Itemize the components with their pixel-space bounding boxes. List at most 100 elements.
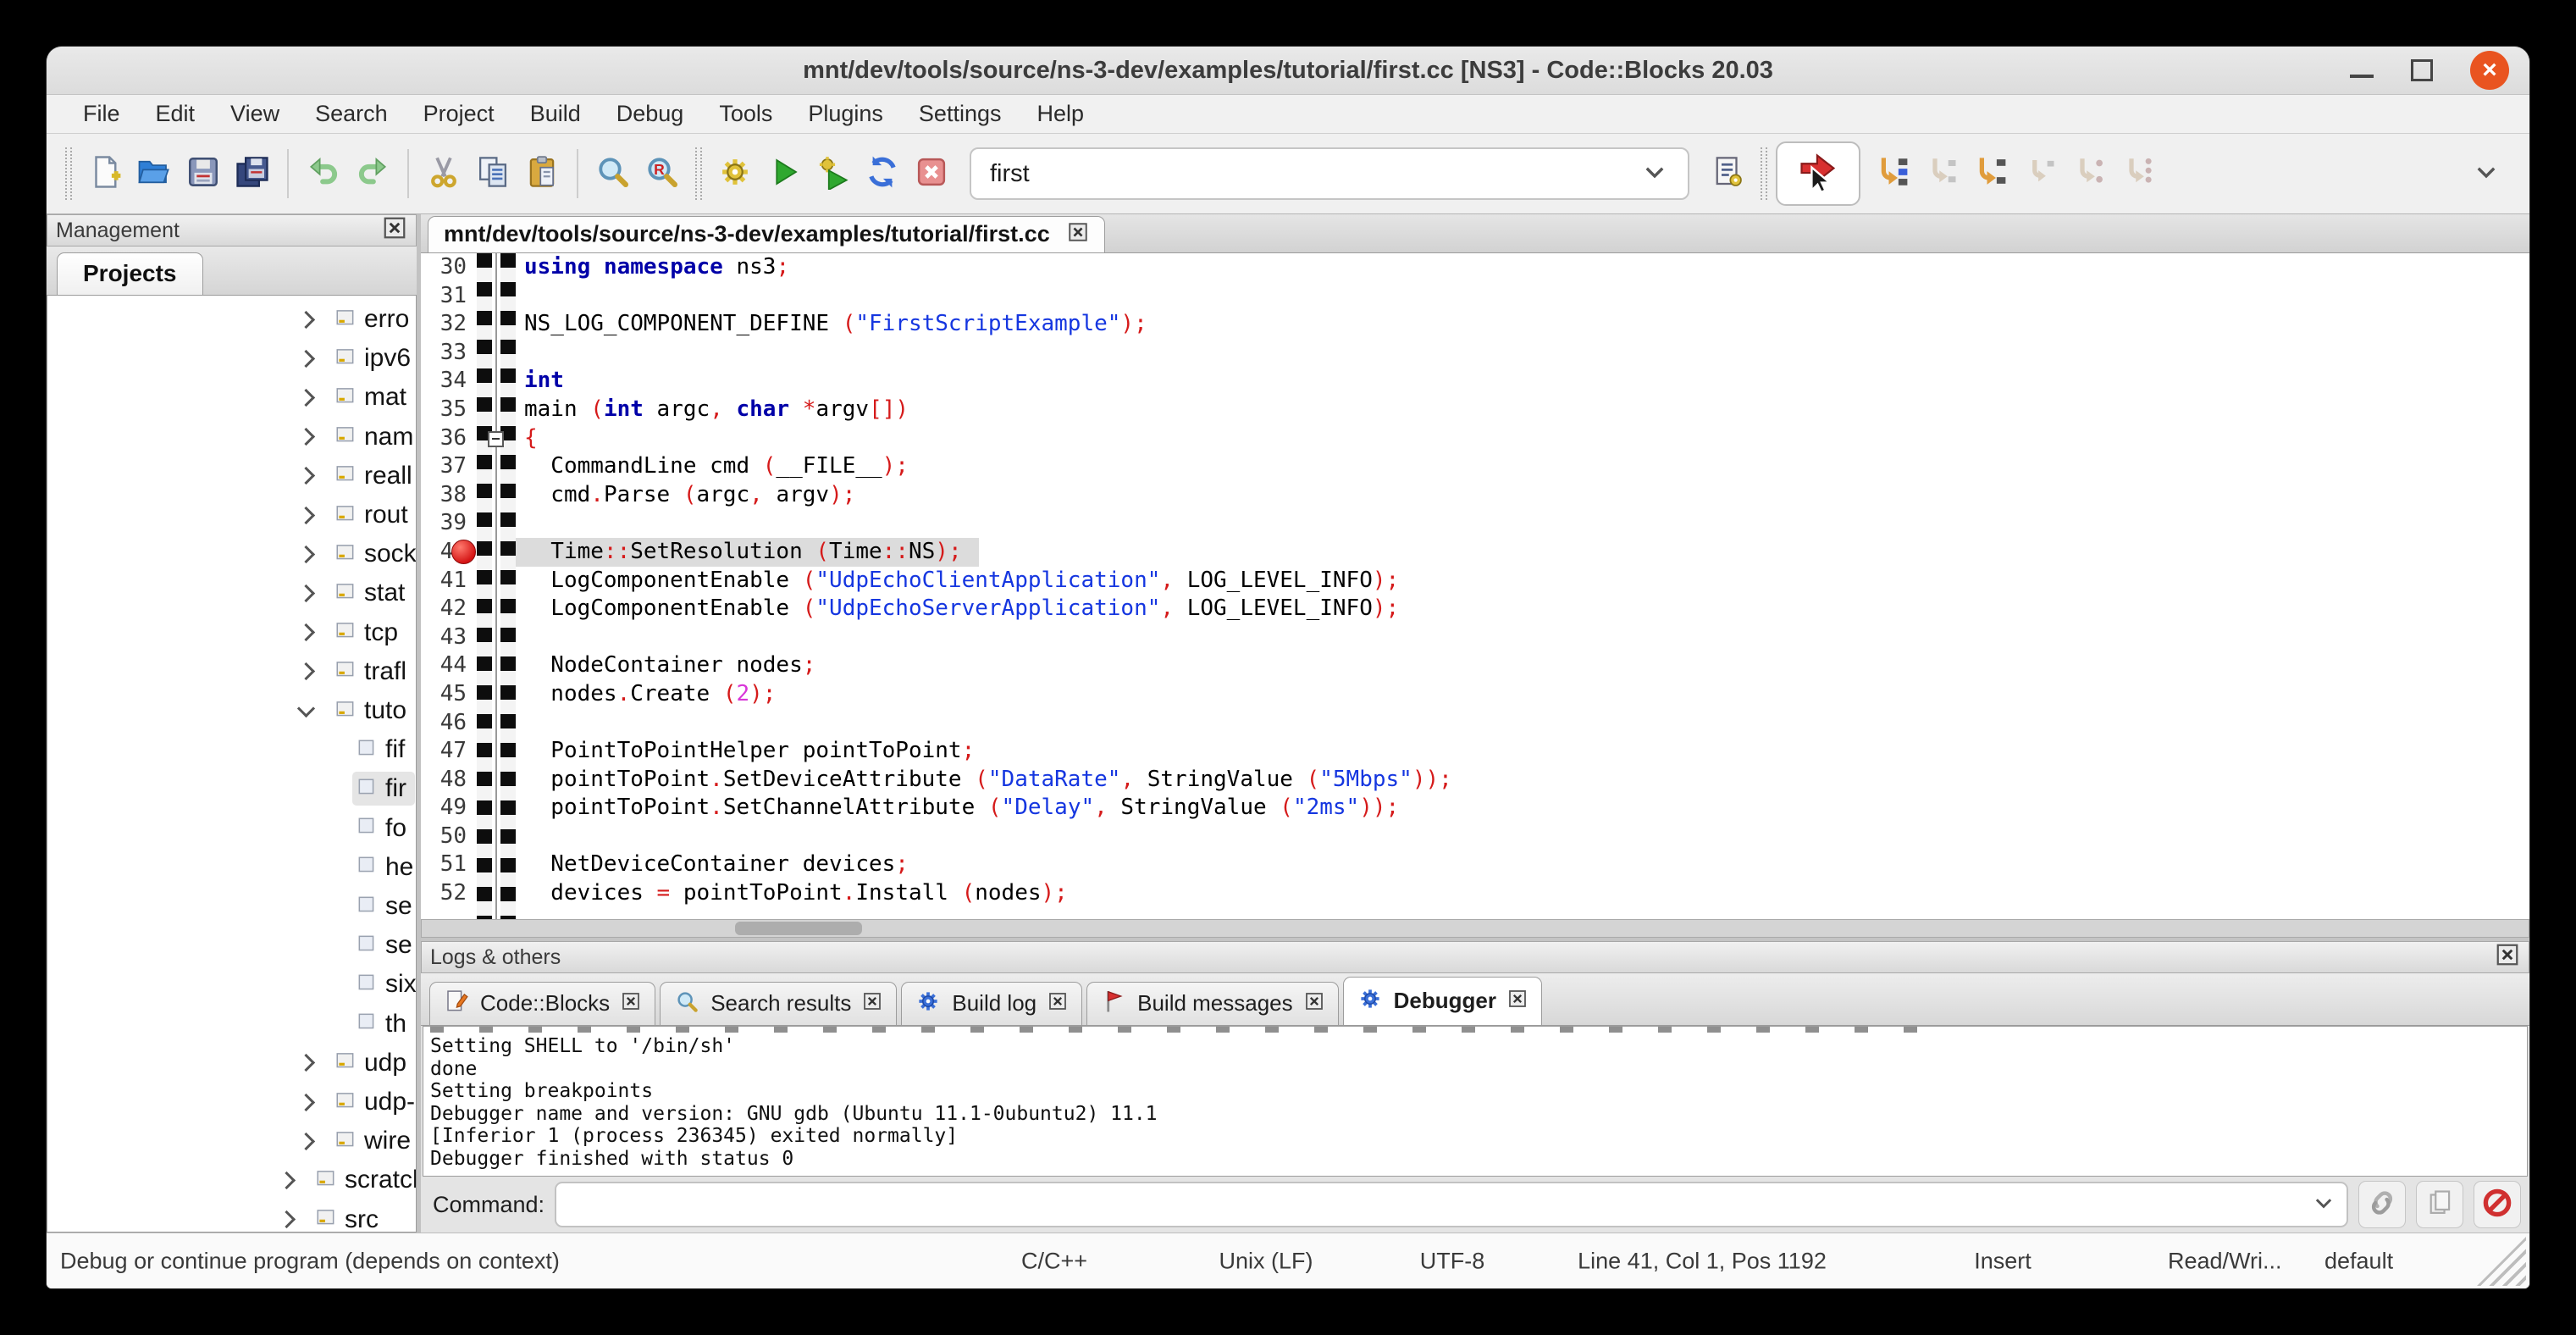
log-tab-debugger[interactable]: Debugger	[1343, 977, 1542, 1025]
log-tab-close-icon[interactable]	[862, 991, 882, 1016]
code-line-32[interactable]: 32NS_LOG_COMPONENT_DEFINE ("FirstScriptE…	[421, 310, 2529, 339]
tree-item-fir[interactable]: fir	[352, 769, 416, 808]
chevron-collapsed-icon[interactable]	[297, 1133, 315, 1150]
tree-item-stat[interactable]: stat	[297, 573, 416, 612]
chevron-collapsed-icon[interactable]	[297, 662, 315, 680]
tree-item-udp-[interactable]: udp-	[297, 1083, 416, 1122]
tree-item-mat[interactable]: mat	[297, 378, 416, 417]
copy-output-button[interactable]	[2416, 1181, 2463, 1228]
tree-item-src[interactable]: src	[278, 1200, 416, 1233]
code-line-36[interactable]: 36{	[421, 424, 2529, 453]
menu-settings[interactable]: Settings	[901, 101, 1020, 127]
find-button[interactable]	[589, 149, 638, 198]
save-button[interactable]	[179, 149, 228, 198]
log-tab-close-icon[interactable]	[621, 991, 641, 1016]
log-tab-build-log[interactable]: Build log	[901, 982, 1082, 1025]
debug-next-instruction-button[interactable]	[1965, 149, 2015, 198]
chevron-collapsed-icon[interactable]	[297, 1093, 315, 1111]
tree-item-ipv6[interactable]: ipv6	[297, 339, 416, 378]
tree-item-trafl[interactable]: trafl	[297, 652, 416, 691]
debug-step-into-instruction-button[interactable]	[2015, 149, 2064, 198]
tree-item-se[interactable]: se	[352, 926, 416, 965]
code-line-47[interactable]: 47 PointToPointHelper pointToPoint;	[421, 737, 2529, 766]
tree-item-fo[interactable]: fo	[352, 809, 416, 848]
chevron-collapsed-icon[interactable]	[297, 389, 315, 407]
undo-button[interactable]	[299, 149, 348, 198]
code-line-40[interactable]: 40 Time::SetResolution (Time::NS);	[421, 538, 2529, 567]
tab-projects[interactable]: Projects	[57, 252, 203, 295]
tree-item-wire[interactable]: wire	[297, 1122, 416, 1161]
editor-tab-first-cc[interactable]: mnt/dev/tools/source/ns-3-dev/examples/t…	[428, 216, 1105, 252]
chevron-collapsed-icon[interactable]	[278, 1210, 296, 1228]
code-line-50[interactable]: 50	[421, 823, 2529, 851]
new-file-button[interactable]	[80, 149, 130, 198]
menu-view[interactable]: View	[213, 101, 297, 127]
rebuild-button[interactable]	[858, 149, 907, 198]
menu-debug[interactable]: Debug	[599, 101, 702, 127]
resize-grip[interactable]	[2477, 1237, 2526, 1286]
chevron-collapsed-icon[interactable]	[297, 350, 315, 368]
tree-item-erro[interactable]: erro	[297, 300, 416, 339]
tree-item-reall[interactable]: reall	[297, 457, 416, 496]
tree-item-fif[interactable]: fif	[352, 730, 416, 769]
chevron-collapsed-icon[interactable]	[297, 623, 315, 641]
open-file-button[interactable]	[130, 149, 179, 198]
build-button[interactable]	[710, 149, 760, 198]
build-and-run-button[interactable]	[809, 149, 858, 198]
chevron-collapsed-icon[interactable]	[297, 467, 315, 485]
code-line-49[interactable]: 49 pointToPoint.SetChannelAttribute ("De…	[421, 794, 2529, 823]
code-line-37[interactable]: 37 CommandLine cmd (__FILE__);	[421, 452, 2529, 481]
breakpoint-marker[interactable]	[451, 540, 476, 564]
code-line-45[interactable]: 45 nodes.Create (2);	[421, 680, 2529, 709]
chevron-collapsed-icon[interactable]	[297, 1054, 315, 1072]
log-tab-close-icon[interactable]	[1048, 991, 1068, 1016]
debug-step-into-button[interactable]	[1916, 149, 1965, 198]
tree-item-scratch[interactable]: scratch	[278, 1161, 416, 1199]
tree-item-tuto[interactable]: tuto	[297, 691, 416, 730]
maximize-button[interactable]	[2411, 59, 2433, 81]
code-line-39[interactable]: 39	[421, 509, 2529, 538]
code-line-46[interactable]: 46	[421, 709, 2529, 738]
abort-button[interactable]	[907, 149, 956, 198]
toolbar-grip[interactable]	[1761, 147, 1767, 200]
chevron-down-icon[interactable]	[2311, 1190, 2347, 1220]
tree-item-tcp[interactable]: tcp	[297, 613, 416, 652]
toolbar-grip[interactable]	[65, 147, 72, 200]
tree-item-rout[interactable]: rout	[297, 496, 416, 535]
editor-horizontal-scrollbar[interactable]	[421, 919, 2529, 938]
toolbar-grip[interactable]	[695, 147, 702, 200]
code-line-41[interactable]: 41 LogComponentEnable ("UdpEchoClientApp…	[421, 567, 2529, 595]
log-tab-build-messages[interactable]: Build messages	[1086, 982, 1339, 1025]
menu-project[interactable]: Project	[406, 101, 512, 127]
code-line-44[interactable]: 44 NodeContainer nodes;	[421, 651, 2529, 680]
chevron-collapsed-icon[interactable]	[297, 506, 315, 523]
build-target-options-button[interactable]	[1703, 149, 1752, 198]
tree-item-six[interactable]: six	[352, 965, 416, 1004]
debug-step-out-button[interactable]	[2064, 149, 2113, 198]
scrollbar-thumb[interactable]	[735, 922, 862, 935]
menu-plugins[interactable]: Plugins	[790, 101, 901, 127]
save-all-button[interactable]	[228, 149, 277, 198]
debug-break-button[interactable]	[2113, 149, 2162, 198]
menu-build[interactable]: Build	[512, 101, 599, 127]
code-line-35[interactable]: 35main (int argc, char *argv[])	[421, 396, 2529, 424]
redo-button[interactable]	[348, 149, 397, 198]
code-line-52[interactable]: 52 devices = pointToPoint.Install (nodes…	[421, 879, 2529, 908]
chevron-collapsed-icon[interactable]	[278, 1172, 296, 1189]
code-line-34[interactable]: 34int	[421, 367, 2529, 396]
tree-item-udp[interactable]: udp	[297, 1044, 416, 1083]
build-target-combobox[interactable]: first	[970, 147, 1689, 200]
cut-button[interactable]	[419, 149, 468, 198]
editor-tab-close-icon[interactable]	[1067, 221, 1089, 247]
menu-file[interactable]: File	[65, 101, 138, 127]
paste-button[interactable]	[517, 149, 567, 198]
command-input[interactable]	[555, 1182, 2348, 1227]
tree-item-nam[interactable]: nam	[297, 418, 416, 457]
menu-search[interactable]: Search	[297, 101, 406, 127]
tree-item-sock[interactable]: sock	[297, 535, 416, 573]
replace-button[interactable]: R	[638, 149, 687, 198]
log-tab-close-icon[interactable]	[1304, 991, 1324, 1016]
log-tab-close-icon[interactable]	[1507, 989, 1528, 1013]
logs-close-icon[interactable]	[2495, 942, 2520, 973]
code-line-48[interactable]: 48 pointToPoint.SetDeviceAttribute ("Dat…	[421, 766, 2529, 795]
